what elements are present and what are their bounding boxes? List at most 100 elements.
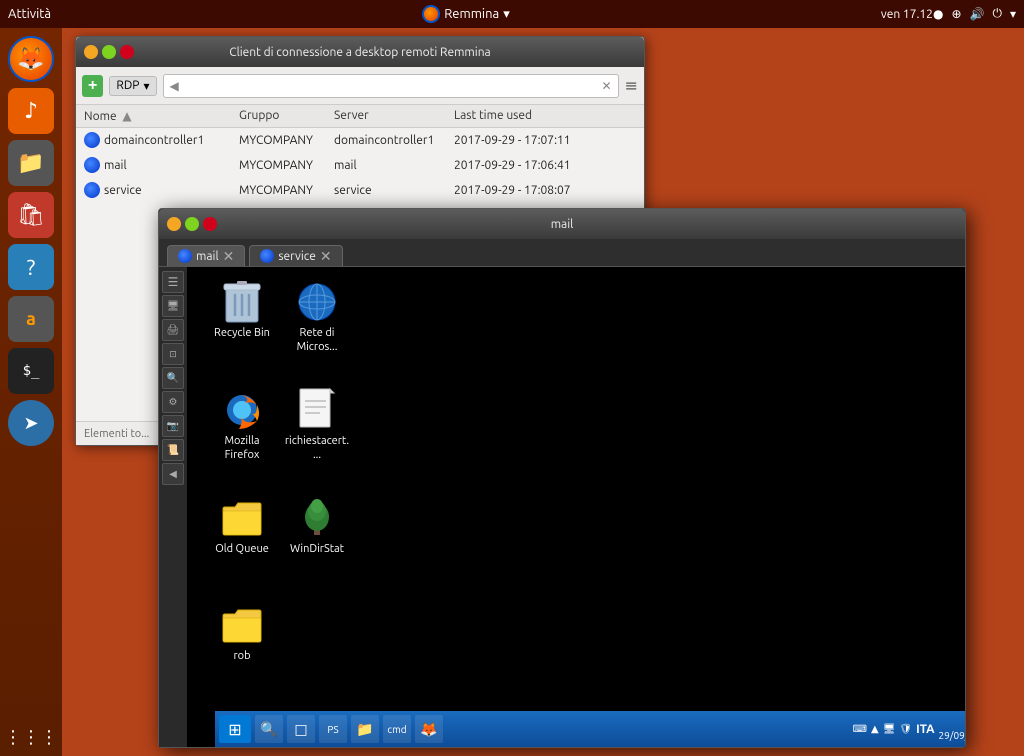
firefox-desktop-icon bbox=[219, 387, 265, 433]
mail-rdp-window: mail mail ✕ service ✕ ☰ 🖥 🖨 ⊡ 🔍 ⚙ 📷 📜 ◀ bbox=[158, 208, 966, 748]
rd-left-toolbar: ☰ 🖥 🖨 ⊡ 🔍 ⚙ 📷 📜 ◀ bbox=[159, 267, 187, 747]
desktop-icon-recycle-bin[interactable]: Recycle Bin bbox=[207, 279, 277, 341]
rob-label: rob bbox=[231, 648, 252, 664]
remmina-menu-icon[interactable]: ≡ bbox=[625, 76, 638, 95]
tray-arrow[interactable]: ▾ bbox=[1010, 7, 1016, 21]
sidebar-item-amazon[interactable]: a bbox=[8, 296, 54, 342]
rd-tool-search[interactable]: 🔍 bbox=[162, 367, 184, 389]
mail-titlebar: mail bbox=[159, 209, 965, 239]
win-taskbar: ⊞ 🔍 □ PS 📁 cmd 🦊 ⌨ ▲ 🖥 🛡 ITA 17:12 29/09… bbox=[215, 711, 965, 747]
topbar-firefox-icon bbox=[422, 5, 440, 23]
windirstat-label: WinDirStat bbox=[288, 541, 346, 557]
remmina-maximize-btn[interactable] bbox=[102, 45, 116, 59]
mail-tabs: mail ✕ service ✕ bbox=[159, 239, 965, 267]
taskbar-security-icon: 🛡 bbox=[899, 723, 912, 735]
recycle-bin-icon bbox=[219, 279, 265, 325]
col-header-last-used[interactable]: Last time used bbox=[454, 109, 636, 123]
remmina-win-controls bbox=[84, 45, 134, 59]
network-tray-icon: ⊕ bbox=[951, 7, 961, 21]
sidebar-item-firefox[interactable]: 🦊 bbox=[8, 36, 54, 82]
mail-minimize-btn[interactable] bbox=[167, 217, 181, 231]
rd-tool-script[interactable]: 📜 bbox=[162, 439, 184, 461]
taskbar-cmd-btn[interactable]: cmd bbox=[383, 715, 411, 743]
tab-service-close[interactable]: ✕ bbox=[320, 249, 332, 263]
taskbar-network-icon: 🖥 bbox=[883, 723, 896, 735]
remmina-toolbar: + RDP ▾ ◀ ✕ ≡ bbox=[76, 67, 644, 105]
search-clear-icon[interactable]: ✕ bbox=[602, 79, 612, 93]
rd-tool-monitor[interactable]: 🖥 bbox=[162, 295, 184, 317]
sidebar-item-software[interactable]: 🛍 bbox=[8, 192, 54, 238]
remmina-protocol-dropdown[interactable]: RDP ▾ bbox=[109, 76, 156, 96]
mail-win-controls bbox=[167, 217, 217, 231]
network-icon bbox=[294, 279, 340, 325]
taskbar-cortana-btn[interactable]: □ bbox=[287, 715, 315, 743]
tab-mail-label: mail bbox=[196, 250, 219, 263]
tab-mail-close[interactable]: ✕ bbox=[223, 249, 235, 263]
col-header-group[interactable]: Gruppo bbox=[239, 109, 334, 123]
taskbar-lang: ITA bbox=[916, 723, 934, 736]
mail-maximize-btn[interactable] bbox=[185, 217, 199, 231]
firefox-desktop-label: Mozilla Firefox bbox=[207, 433, 277, 464]
col-header-name[interactable]: Nome ▲ bbox=[84, 109, 239, 123]
rd-tool-settings[interactable]: ⚙ bbox=[162, 391, 184, 413]
taskbar-keyboard-icon: ⌨ bbox=[853, 723, 867, 735]
rob-icon bbox=[219, 602, 265, 648]
connection-icon bbox=[84, 132, 100, 148]
desktop-icon-cert[interactable]: richiestacert.... bbox=[282, 387, 352, 464]
taskbar-show-hidden-icon[interactable]: ▲ bbox=[871, 723, 879, 735]
remmina-minimize-btn[interactable] bbox=[84, 45, 98, 59]
sidebar-item-remmina[interactable]: ➤ bbox=[8, 400, 54, 446]
desktop-icon-firefox[interactable]: Mozilla Firefox bbox=[207, 387, 277, 464]
tab-service[interactable]: service ✕ bbox=[249, 245, 342, 266]
sidebar-item-files[interactable]: 📁 bbox=[8, 140, 54, 186]
desktop-icon-old-queue[interactable]: Old Queue bbox=[207, 495, 277, 557]
volume-tray-icon: 🔊 bbox=[970, 7, 985, 21]
rd-tool-navigation[interactable]: ☰ bbox=[162, 271, 184, 293]
col-header-server[interactable]: Server bbox=[334, 109, 454, 123]
sidebar-item-help[interactable]: ? bbox=[8, 244, 54, 290]
taskbar-firefox-btn[interactable]: 🦊 bbox=[415, 715, 443, 743]
tab-mail[interactable]: mail ✕ bbox=[167, 245, 245, 266]
desktop-icon-windirstat[interactable]: WinDirStat bbox=[282, 495, 352, 557]
table-row[interactable]: mail MYCOMPANY mail 2017-09-29 - 17:06:4… bbox=[76, 153, 644, 178]
rd-tool-camera[interactable]: 📷 bbox=[162, 415, 184, 437]
windows-start-btn[interactable]: ⊞ bbox=[219, 715, 251, 743]
rd-tool-arrow[interactable]: ◀ bbox=[162, 463, 184, 485]
windirstat-icon bbox=[294, 495, 340, 541]
remmina-search-input[interactable] bbox=[179, 79, 602, 93]
taskbar-explorer-btn[interactable]: 📁 bbox=[351, 715, 379, 743]
desktop-icon-rob[interactable]: rob bbox=[207, 602, 277, 664]
table-row[interactable]: service MYCOMPANY service 2017-09-29 - 1… bbox=[76, 178, 644, 203]
network-label: Rete di Micros... bbox=[282, 325, 352, 356]
activities-label[interactable]: Attività bbox=[8, 7, 51, 21]
taskbar-clock: 17:12 29/09/2017 bbox=[939, 715, 965, 743]
rd-tool-display[interactable]: ⊡ bbox=[162, 343, 184, 365]
remmina-table-header: Nome ▲ Gruppo Server Last time used bbox=[76, 105, 644, 128]
sidebar-show-apps[interactable]: ⋮⋮⋮ bbox=[4, 727, 58, 748]
topbar-app-name[interactable]: Remmina bbox=[444, 7, 499, 21]
old-queue-label: Old Queue bbox=[213, 541, 271, 557]
sort-arrow: ▲ bbox=[122, 110, 131, 123]
remmina-add-btn[interactable]: + bbox=[82, 75, 103, 97]
ubuntu-topbar: Attività Remmina ▾ ven 17.12● ⊕ 🔊 ⏻ ▾ bbox=[0, 0, 1024, 28]
remmina-title: Client di connessione a desktop remoti R… bbox=[134, 46, 586, 59]
table-row[interactable]: domaincontroller1 MYCOMPANY domaincontro… bbox=[76, 128, 644, 153]
power-tray-icon: ⏻ bbox=[992, 7, 1002, 21]
taskbar-search-btn[interactable]: 🔍 bbox=[255, 715, 283, 743]
cert-label: richiestacert.... bbox=[282, 433, 352, 464]
remmina-close-btn[interactable] bbox=[120, 45, 134, 59]
remmina-search-box[interactable]: ◀ ✕ bbox=[163, 74, 619, 98]
mail-body: ☰ 🖥 🖨 ⊡ 🔍 ⚙ 📷 📜 ◀ bbox=[159, 267, 965, 747]
taskbar-ps-btn[interactable]: PS bbox=[319, 715, 347, 743]
connection-icon bbox=[84, 182, 100, 198]
desktop-icon-network[interactable]: Rete di Micros... bbox=[282, 279, 352, 356]
rd-tool-print[interactable]: 🖨 bbox=[162, 319, 184, 341]
topbar-app-arrow[interactable]: ▾ bbox=[503, 7, 510, 22]
remmina-titlebar: Client di connessione a desktop remoti R… bbox=[76, 37, 644, 67]
ubuntu-sidebar: 🦊 ♪ 📁 🛍 ? a $_ ➤ ⋮⋮⋮ bbox=[0, 28, 62, 756]
sidebar-item-music[interactable]: ♪ bbox=[8, 88, 54, 134]
connection-icon bbox=[84, 157, 100, 173]
old-queue-icon bbox=[219, 495, 265, 541]
sidebar-item-terminal[interactable]: $_ bbox=[8, 348, 54, 394]
mail-close-btn[interactable] bbox=[203, 217, 217, 231]
